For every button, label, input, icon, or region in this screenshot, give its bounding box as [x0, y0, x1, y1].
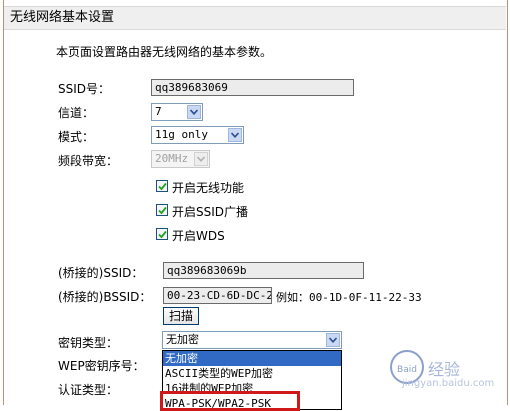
bssid-example: 例如：00-1D-0F-11-22-33 — [276, 291, 422, 304]
channel-label: 信道： — [58, 106, 95, 120]
scan-button[interactable]: 扫描 — [163, 307, 199, 325]
intro-text: 本页面设置路由器无线网络的基本参数。 — [56, 45, 273, 59]
watermark-symbol: Baid — [397, 365, 417, 375]
mode-value: 11g only — [155, 128, 208, 141]
annotation-highlight-box — [160, 391, 300, 411]
page-title: 无线网络基本设置 — [4, 6, 506, 30]
key-type-option[interactable]: ASCII类型的WEP加密 — [163, 366, 341, 381]
channel-value: 7 — [155, 105, 162, 118]
bandwidth-value: 20MHz — [155, 152, 189, 165]
key-type-option[interactable]: 无加密 — [163, 351, 341, 366]
bridge-bssid-input[interactable]: 00-23-CD-6D-DC-26 — [163, 287, 272, 304]
wds-checkbox[interactable] — [156, 228, 168, 240]
chevron-down-icon[interactable] — [187, 105, 201, 119]
enable-wireless-checkbox[interactable] — [156, 180, 168, 192]
channel-select[interactable]: 7 — [151, 103, 203, 121]
chevron-down-icon — [194, 152, 208, 166]
bridge-ssid-input[interactable]: qq389683069b — [163, 262, 364, 279]
ssid-label: SSID号： — [58, 82, 111, 96]
auth-type-label: 认证类型： — [58, 383, 119, 397]
wep-index-label: WEP密钥序号： — [58, 359, 145, 373]
key-type-select[interactable]: 无加密 — [162, 331, 342, 349]
mode-label: 模式： — [58, 130, 95, 144]
ssid-broadcast-checkbox[interactable] — [156, 204, 168, 216]
key-type-label: 密钥类型： — [58, 336, 119, 350]
watermark-text: 经验 — [428, 360, 461, 379]
mode-select[interactable]: 11g only — [151, 126, 244, 144]
wds-label: 开启WDS — [172, 229, 225, 243]
chevron-down-icon[interactable] — [228, 128, 242, 142]
ssid-input[interactable]: qq389683069 — [151, 79, 354, 96]
bridge-ssid-label: (桥接的)SSID： — [58, 266, 144, 280]
bandwidth-select: 20MHz — [151, 150, 210, 168]
ssid-broadcast-label: 开启SSID广播 — [172, 205, 249, 219]
chevron-down-icon[interactable] — [326, 333, 340, 347]
bandwidth-label: 频段带宽： — [58, 154, 119, 168]
bridge-bssid-label: (桥接的)BSSID： — [58, 290, 152, 304]
key-type-value: 无加密 — [166, 333, 199, 346]
enable-wireless-label: 开启无线功能 — [172, 181, 245, 195]
watermark-url: jingyan.baidu.com — [402, 378, 495, 389]
